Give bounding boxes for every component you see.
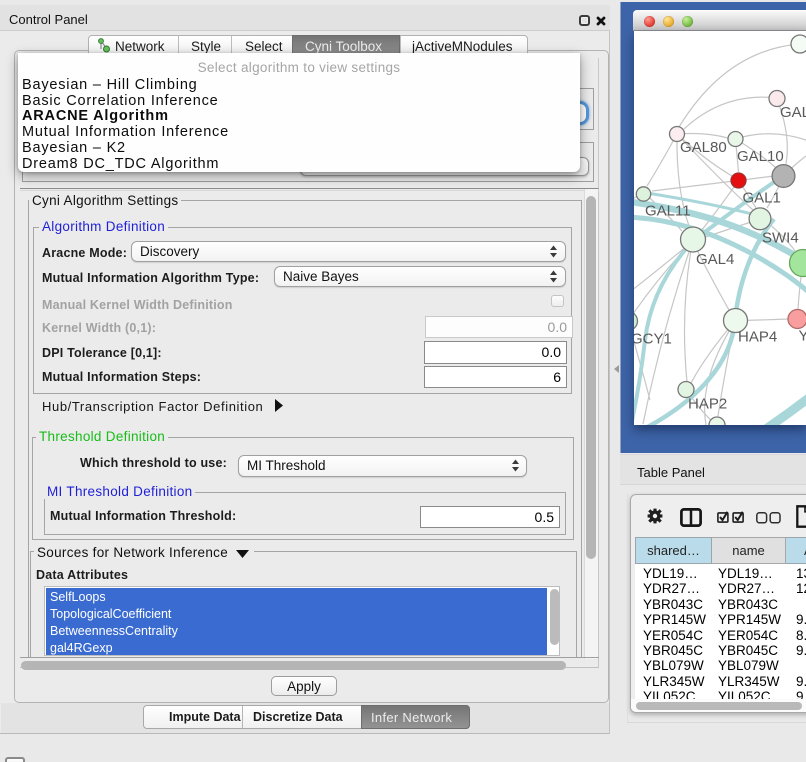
- svg-text:GAL1: GAL1: [743, 190, 781, 207]
- svg-text:GAL7: GAL7: [780, 104, 806, 121]
- svg-text:HAP2: HAP2: [688, 396, 727, 413]
- svg-text:SWI4: SWI4: [762, 230, 799, 247]
- svg-text:GAL4: GAL4: [696, 251, 734, 268]
- svg-text:GCY1: GCY1: [634, 331, 672, 348]
- svg-text:GAL11: GAL11: [645, 203, 691, 220]
- svg-text:GAL10: GAL10: [737, 148, 784, 165]
- svg-text:GAL80: GAL80: [680, 139, 727, 156]
- svg-text:HAP4: HAP4: [738, 329, 777, 346]
- svg-text:YM: YM: [799, 328, 806, 345]
